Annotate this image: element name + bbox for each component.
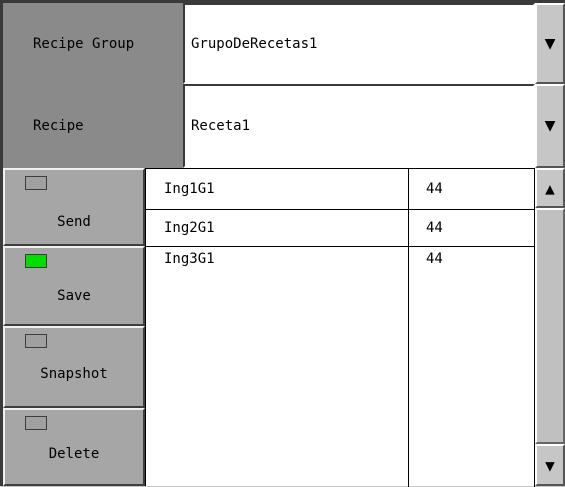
snapshot-button[interactable]: Snapshot bbox=[3, 326, 145, 408]
ingredient-value: 44 bbox=[426, 251, 443, 267]
delete-button-label: Delete bbox=[48, 446, 100, 462]
save-button-label: Save bbox=[57, 288, 91, 304]
snapshot-status-led bbox=[25, 334, 47, 348]
send-button[interactable]: Send bbox=[3, 168, 145, 246]
recipe-group-label: Recipe Group bbox=[33, 35, 135, 52]
table-cell-value[interactable]: 44 bbox=[408, 169, 534, 209]
table-scrollbar[interactable]: ▲ ▼ bbox=[535, 168, 565, 486]
table-cell-value[interactable]: 44 bbox=[408, 210, 534, 246]
recipe-group-field[interactable]: GrupoDeRecetas1 bbox=[183, 3, 535, 84]
table-cell-value[interactable]: 44 bbox=[408, 251, 534, 281]
ingredient-table: Ing1G1 44 Ing2G1 44 Ing3G1 44 bbox=[145, 168, 536, 487]
recipe-group-dropdown-button[interactable]: ▼ bbox=[535, 3, 565, 84]
recipe-value: Receta1 bbox=[191, 118, 251, 134]
table-row[interactable]: Ing3G1 bbox=[146, 251, 408, 281]
recipe-field[interactable]: Receta1 bbox=[183, 84, 535, 168]
send-button-label: Send bbox=[57, 214, 91, 230]
snapshot-button-label: Snapshot bbox=[40, 366, 108, 382]
recipe-label-cell: Recipe bbox=[3, 84, 183, 168]
recipe-dropdown-button[interactable]: ▼ bbox=[535, 84, 565, 168]
save-status-led bbox=[25, 254, 47, 268]
chevron-down-icon: ▼ bbox=[544, 32, 556, 54]
recipe-group-value: GrupoDeRecetas1 bbox=[191, 35, 318, 52]
delete-status-led bbox=[25, 416, 47, 430]
table-row[interactable]: Ing1G1 bbox=[146, 169, 408, 209]
chevron-down-icon: ▼ bbox=[544, 115, 556, 136]
scroll-thumb[interactable] bbox=[535, 208, 565, 444]
recipe-group-label-cell: Recipe Group bbox=[3, 3, 183, 84]
save-button[interactable]: Save bbox=[3, 246, 145, 326]
ingredient-value: 44 bbox=[426, 220, 443, 236]
row-divider bbox=[146, 246, 536, 247]
send-status-led bbox=[25, 176, 47, 190]
ingredient-name: Ing3G1 bbox=[164, 251, 215, 267]
ingredient-name: Ing2G1 bbox=[164, 220, 215, 236]
chevron-up-icon: ▲ bbox=[545, 178, 555, 198]
chevron-down-icon: ▼ bbox=[545, 455, 555, 475]
ingredient-name: Ing1G1 bbox=[164, 181, 215, 197]
scroll-down-button[interactable]: ▼ bbox=[535, 444, 565, 486]
recipe-label: Recipe bbox=[33, 118, 84, 134]
ingredient-value: 44 bbox=[426, 181, 443, 197]
table-row[interactable]: Ing2G1 bbox=[146, 210, 408, 246]
delete-button[interactable]: Delete bbox=[3, 408, 145, 486]
scroll-up-button[interactable]: ▲ bbox=[535, 168, 565, 208]
